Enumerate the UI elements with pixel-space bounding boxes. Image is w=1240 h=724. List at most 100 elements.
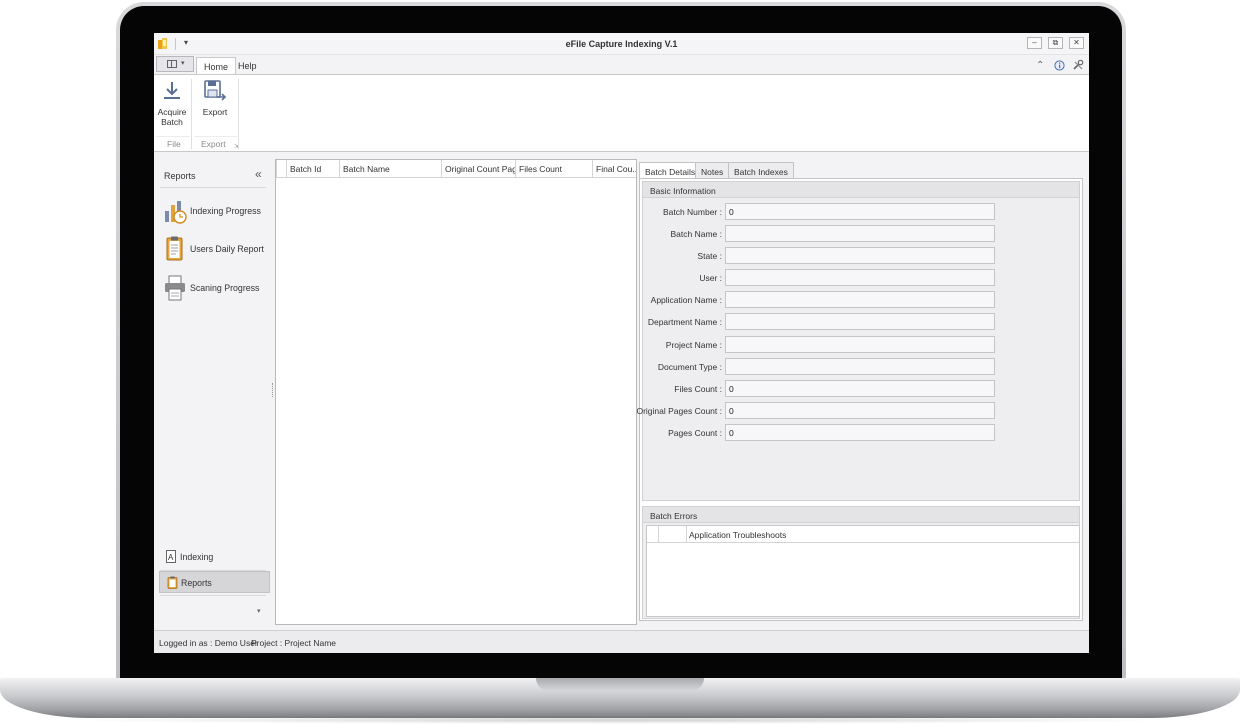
column-header-blank[interactable] bbox=[658, 526, 686, 543]
field-batch-number: Batch Number : bbox=[643, 203, 1083, 220]
minimize-button[interactable]: ‒ bbox=[1027, 37, 1042, 49]
field-label: Application Name : bbox=[650, 295, 722, 305]
tab-home[interactable]: Home bbox=[196, 57, 237, 75]
column-header-batch-name[interactable]: Batch Name bbox=[339, 160, 441, 178]
field-label: Department Name : bbox=[647, 317, 722, 327]
field-pages-count: Pages Count : bbox=[643, 424, 1083, 441]
field-label: Project Name : bbox=[665, 340, 722, 350]
tab-help[interactable]: Help bbox=[231, 57, 264, 75]
batch-errors-grid[interactable]: Application Troubleshoots bbox=[646, 525, 1080, 617]
pages-count-input[interactable] bbox=[725, 424, 995, 441]
document-type-input[interactable] bbox=[725, 358, 995, 375]
row-indicator-header bbox=[647, 526, 658, 543]
original-pages-count-input[interactable] bbox=[725, 402, 995, 419]
column-header-application-troubleshoots[interactable]: Application Troubleshoots bbox=[686, 526, 1079, 543]
field-label: Batch Number : bbox=[662, 207, 722, 217]
title-bar: ▾ eFile Capture Indexing V.1 ‒ ⧉ ✕ bbox=[154, 33, 1089, 55]
nav-divider bbox=[160, 595, 266, 596]
acquire-batch-button[interactable]: Acquire Batch bbox=[157, 79, 187, 127]
application-name-input[interactable] bbox=[725, 291, 995, 308]
field-files-count: Files Count : bbox=[643, 380, 1083, 397]
collapse-ribbon-icon[interactable]: ⌃ bbox=[1036, 60, 1044, 71]
export-label: Export bbox=[202, 107, 228, 117]
field-state: State : bbox=[643, 247, 1083, 264]
nav-item-indexing[interactable]: A Indexing bbox=[159, 546, 270, 568]
indexing-a-icon: A bbox=[166, 550, 176, 563]
batch-grid[interactable]: Batch Id Batch Name Original Count Pages… bbox=[275, 159, 637, 625]
field-label: Original Pages Count : bbox=[636, 406, 722, 416]
batch-grid-header: Batch Id Batch Name Original Count Pages… bbox=[276, 160, 636, 178]
batch-details-panel: Basic Information Batch Number : Batch N… bbox=[636, 178, 1083, 621]
basic-information-caption: Basic Information bbox=[643, 182, 1079, 198]
project-status: Project : Project Name bbox=[251, 638, 337, 648]
floppy-export-icon bbox=[204, 80, 227, 101]
department-name-input[interactable] bbox=[725, 313, 995, 330]
close-button[interactable]: ✕ bbox=[1069, 37, 1084, 49]
nav-item-reports[interactable]: Reports bbox=[159, 571, 270, 593]
window-title: eFile Capture Indexing V.1 bbox=[565, 39, 678, 49]
tools-icon[interactable] bbox=[1072, 59, 1084, 71]
field-original-pages-count: Original Pages Count : bbox=[636, 402, 1083, 419]
group-footer-line bbox=[194, 136, 237, 137]
user-input[interactable] bbox=[725, 269, 995, 286]
nav-item-indexing-progress[interactable]: Indexing Progress bbox=[164, 197, 268, 227]
batch-errors-header: Application Troubleshoots bbox=[647, 526, 1079, 543]
nav-divider bbox=[160, 187, 266, 188]
field-label: User : bbox=[699, 273, 722, 283]
field-label: State : bbox=[697, 251, 722, 261]
panel-icon bbox=[167, 60, 177, 68]
ribbon: Acquire Batch Export File Export ⇲ bbox=[154, 74, 1089, 152]
batch-number-input[interactable] bbox=[725, 203, 995, 220]
field-user: User : bbox=[643, 269, 1083, 286]
nav-more-chevron-icon[interactable]: ▾ bbox=[257, 607, 261, 615]
tab-batch-indexes[interactable]: Batch Indexes bbox=[728, 162, 794, 179]
basic-information-group: Basic Information Batch Number : Batch N… bbox=[636, 181, 1083, 501]
nav-item-label: Users Daily Report bbox=[190, 244, 264, 254]
collapse-nav-icon[interactable]: « bbox=[255, 167, 262, 181]
column-header-original-count-pages[interactable]: Original Count Pages bbox=[441, 160, 515, 178]
field-batch-name: Batch Name : bbox=[643, 225, 1083, 242]
field-label: Pages Count : bbox=[668, 428, 722, 438]
nav-bottom-label: Indexing bbox=[180, 552, 214, 562]
download-arrow-icon bbox=[164, 82, 180, 99]
batch-errors-group: Batch Errors Application Troubleshoots bbox=[642, 506, 1080, 619]
group-label-file: File bbox=[167, 139, 181, 149]
batch-errors-caption: Batch Errors bbox=[643, 507, 1079, 523]
svg-text:A: A bbox=[168, 553, 174, 562]
project-name-input[interactable] bbox=[725, 336, 995, 353]
field-department-name: Department Name : bbox=[643, 313, 1083, 330]
state-input[interactable] bbox=[725, 247, 995, 264]
app-window: ▾ eFile Capture Indexing V.1 ‒ ⧉ ✕ ▾ Hom… bbox=[154, 33, 1089, 653]
group-separator bbox=[191, 79, 192, 149]
acquire-batch-label: Acquire Batch bbox=[157, 107, 187, 127]
restore-button[interactable]: ⧉ bbox=[1048, 37, 1063, 49]
files-count-input[interactable] bbox=[725, 380, 995, 397]
nav-bottom-label: Reports bbox=[181, 578, 212, 588]
group-label-export: Export bbox=[201, 139, 226, 149]
export-button[interactable]: Export bbox=[200, 79, 230, 117]
column-header-files-count[interactable]: Files Count bbox=[515, 160, 592, 178]
field-label: Document Type : bbox=[657, 362, 722, 372]
batch-name-input[interactable] bbox=[725, 225, 995, 242]
nav-group-title: Reports bbox=[164, 171, 196, 181]
group-separator bbox=[238, 79, 239, 149]
nav-item-label: Scaning Progress bbox=[190, 283, 260, 293]
column-header-batch-id[interactable]: Batch Id bbox=[286, 160, 339, 178]
navigation-pane: Reports « Indexing Progress Users Daily … bbox=[154, 153, 272, 628]
field-label: Files Count : bbox=[674, 384, 722, 394]
tab-notes[interactable]: Notes bbox=[695, 162, 730, 179]
nav-item-users-daily-report[interactable]: Users Daily Report bbox=[164, 235, 268, 265]
nav-item-scaning-progress[interactable]: Scaning Progress bbox=[164, 274, 268, 304]
laptop-shadow bbox=[60, 716, 1180, 724]
clipboard-icon bbox=[166, 236, 183, 261]
left-splitter[interactable] bbox=[271, 153, 274, 628]
column-header-final-count[interactable]: Final Cou... bbox=[592, 160, 636, 178]
status-bar: Logged in as : Demo User Project : Proje… bbox=[154, 630, 1089, 653]
field-project-name: Project Name : bbox=[643, 336, 1083, 353]
laptop-notch bbox=[536, 678, 704, 691]
info-icon[interactable] bbox=[1054, 60, 1065, 71]
file-menu-button[interactable]: ▾ bbox=[156, 56, 194, 72]
logged-in-status: Logged in as : Demo User bbox=[159, 638, 258, 648]
printer-icon bbox=[165, 275, 185, 301]
field-application-name: Application Name : bbox=[643, 291, 1083, 308]
